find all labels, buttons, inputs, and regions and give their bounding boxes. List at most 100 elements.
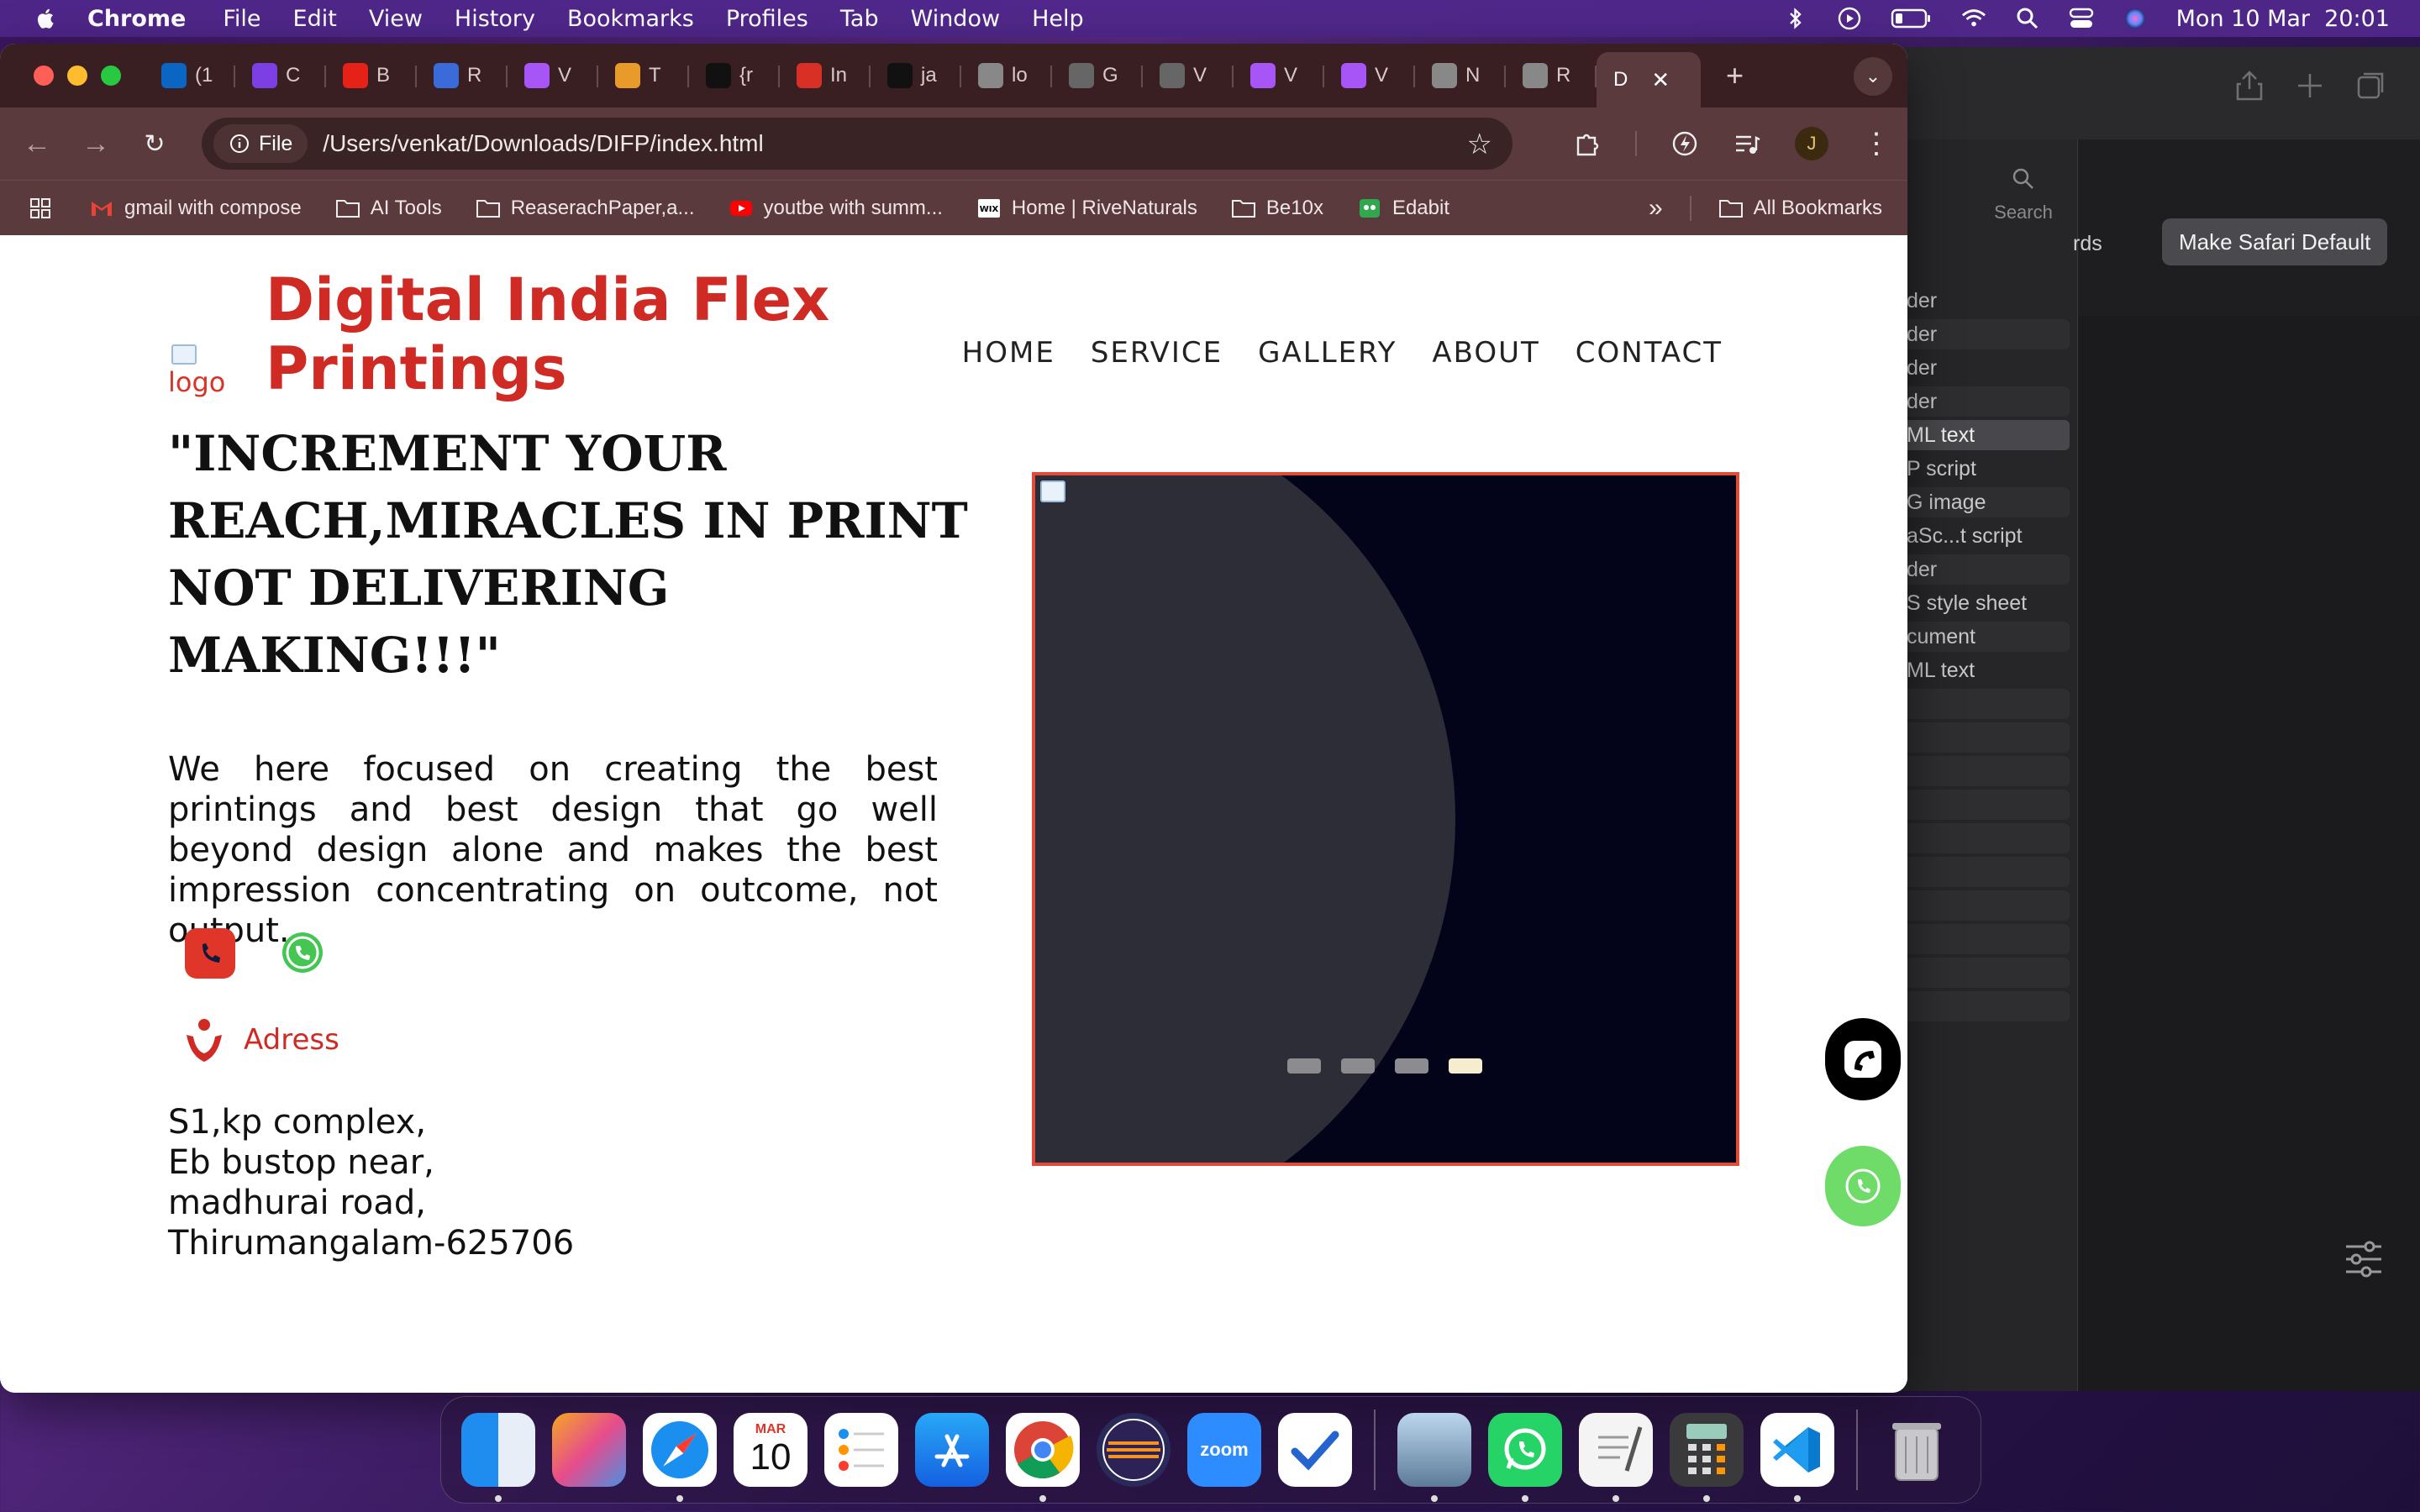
search-icon[interactable] bbox=[2011, 166, 2036, 192]
list-item[interactable]: P script bbox=[1900, 454, 2070, 484]
browser-tab[interactable]: T bbox=[598, 52, 689, 99]
floating-call-button[interactable] bbox=[1825, 1018, 1901, 1100]
browser-tab[interactable]: ja bbox=[871, 52, 961, 99]
close-tab-icon[interactable]: ✕ bbox=[1651, 67, 1670, 93]
browser-tab[interactable]: N bbox=[1415, 52, 1506, 99]
performance-icon[interactable] bbox=[1670, 129, 1699, 158]
nav-home[interactable]: HOME bbox=[962, 336, 1055, 370]
wifi-icon[interactable] bbox=[1961, 6, 1986, 31]
list-item[interactable]: der bbox=[1900, 353, 2070, 383]
more-bookmarks-chevron-icon[interactable]: » bbox=[1649, 194, 1663, 223]
tab-search-chevron-icon[interactable]: ⌄ bbox=[1854, 57, 1892, 96]
spotlight-search-icon[interactable] bbox=[2015, 6, 2040, 31]
close-window-button[interactable] bbox=[34, 66, 54, 86]
whatsapp-icon[interactable] bbox=[277, 928, 328, 979]
zoom-icon[interactable]: zoom bbox=[1187, 1413, 1261, 1487]
tab-overview-icon[interactable] bbox=[2354, 69, 2387, 102]
new-tab-icon[interactable] bbox=[2293, 69, 2327, 102]
browser-tab[interactable]: (1 bbox=[145, 52, 235, 99]
browser-tab[interactable]: R bbox=[1506, 52, 1597, 99]
menu-app-name[interactable]: Chrome bbox=[87, 6, 186, 32]
sidebar-search-label[interactable]: Search bbox=[1977, 202, 2070, 223]
nav-about[interactable]: ABOUT bbox=[1432, 336, 1539, 370]
browser-tab[interactable]: V bbox=[508, 52, 598, 99]
forward-arrow-icon[interactable]: → bbox=[79, 127, 113, 160]
whatsapp-icon[interactable] bbox=[1488, 1413, 1562, 1502]
reminders-icon[interactable] bbox=[824, 1413, 898, 1487]
vscode-icon[interactable] bbox=[1760, 1413, 1834, 1502]
menu-help[interactable]: Help bbox=[1032, 6, 1084, 32]
slider-dot[interactable] bbox=[1287, 1058, 1321, 1074]
apps-grid-icon[interactable] bbox=[29, 197, 52, 220]
menu-edit[interactable]: Edit bbox=[293, 6, 337, 32]
browser-tab[interactable]: V bbox=[1143, 52, 1234, 99]
more-vert-icon[interactable]: ⋮ bbox=[1862, 127, 1891, 160]
menubar-datetime[interactable]: Mon 10 Mar 20:01 bbox=[2176, 6, 2390, 32]
phone-icon[interactable] bbox=[185, 928, 235, 979]
sliders-icon[interactable] bbox=[2341, 1236, 2386, 1282]
browser-tab[interactable]: V bbox=[1234, 52, 1324, 99]
menu-history[interactable]: History bbox=[455, 6, 535, 32]
nav-contact[interactable]: CONTACT bbox=[1576, 336, 1723, 370]
list-item[interactable]: cument bbox=[1900, 622, 2070, 652]
bookmark-item[interactable]: Edabit bbox=[1357, 197, 1449, 220]
list-item[interactable]: der bbox=[1900, 319, 2070, 349]
apple-icon[interactable] bbox=[34, 6, 59, 31]
bluetooth-icon[interactable] bbox=[1783, 6, 1808, 31]
slider-dot[interactable] bbox=[1395, 1058, 1428, 1074]
launchpad-icon[interactable] bbox=[552, 1413, 626, 1487]
zoom-window-button[interactable] bbox=[101, 66, 121, 86]
browser-tab[interactable]: lo bbox=[961, 52, 1052, 99]
make-safari-default-button[interactable]: Make Safari Default bbox=[2162, 218, 2388, 265]
app-store-icon[interactable] bbox=[915, 1413, 989, 1487]
calculator-icon[interactable] bbox=[1670, 1413, 1744, 1502]
floating-whatsapp-button[interactable] bbox=[1825, 1146, 1901, 1226]
todo-icon[interactable] bbox=[1278, 1413, 1352, 1487]
url-text[interactable]: /Users/venkat/Downloads/DIFP/index.html bbox=[323, 130, 763, 157]
menu-bookmarks[interactable]: Bookmarks bbox=[567, 6, 694, 32]
slider-dot[interactable] bbox=[1341, 1058, 1375, 1074]
list-item[interactable]: G image bbox=[1900, 487, 2070, 517]
menu-window[interactable]: Window bbox=[911, 6, 1000, 32]
address-bar[interactable]: File /Users/venkat/Downloads/DIFP/index.… bbox=[202, 118, 1512, 170]
extensions-icon[interactable] bbox=[1573, 129, 1602, 158]
list-item[interactable]: ML text bbox=[1900, 655, 2070, 685]
control-center-icon[interactable] bbox=[2069, 6, 2094, 31]
media-controls-icon[interactable] bbox=[1733, 129, 1761, 158]
browser-tab[interactable]: {r bbox=[689, 52, 780, 99]
browser-tab[interactable]: G bbox=[1052, 52, 1143, 99]
menu-profiles[interactable]: Profiles bbox=[726, 6, 808, 32]
brand-title[interactable]: Digital India Flex Printings bbox=[266, 265, 854, 403]
new-tab-button[interactable]: + bbox=[1726, 58, 1744, 93]
list-item[interactable]: aSc...t script bbox=[1900, 521, 2070, 551]
list-item[interactable]: der bbox=[1900, 386, 2070, 417]
list-item[interactable]: der bbox=[1900, 554, 2070, 585]
siri-icon[interactable] bbox=[2123, 6, 2148, 31]
back-arrow-icon[interactable]: ← bbox=[20, 127, 54, 160]
site-info-chip[interactable]: File bbox=[213, 124, 308, 163]
finder-icon[interactable] bbox=[461, 1413, 535, 1502]
chrome-icon[interactable] bbox=[1006, 1413, 1080, 1502]
bookmark-item[interactable]: gmail with compose bbox=[89, 197, 302, 220]
minimize-window-button[interactable] bbox=[67, 66, 87, 86]
browser-tab[interactable]: C bbox=[235, 52, 326, 99]
slider-dot[interactable] bbox=[1449, 1058, 1482, 1074]
browser-tab[interactable]: In bbox=[780, 52, 871, 99]
list-item[interactable]: S style sheet bbox=[1900, 588, 2070, 618]
logo-image[interactable]: logo bbox=[168, 344, 225, 398]
bookmark-item[interactable]: AI Tools bbox=[335, 197, 442, 220]
preview-icon[interactable] bbox=[1397, 1413, 1471, 1502]
browser-tab[interactable]: V bbox=[1324, 52, 1415, 99]
bookmark-item[interactable]: ReaserachPaper,a... bbox=[476, 197, 695, 220]
bookmark-star-icon[interactable]: ☆ bbox=[1467, 128, 1492, 161]
trash-icon[interactable] bbox=[1880, 1413, 1954, 1487]
play-icon[interactable] bbox=[1837, 6, 1862, 31]
safari-icon[interactable] bbox=[643, 1413, 717, 1502]
menu-file[interactable]: File bbox=[223, 6, 260, 32]
image-slider[interactable] bbox=[1032, 472, 1739, 1166]
reload-icon[interactable]: ↻ bbox=[138, 127, 171, 160]
browser-tab[interactable]: R bbox=[417, 52, 508, 99]
bookmark-item[interactable]: youtbe with summ... bbox=[729, 197, 943, 220]
share-icon[interactable] bbox=[2233, 69, 2266, 102]
bookmark-item[interactable]: WIX Home | RiveNaturals bbox=[976, 197, 1197, 220]
